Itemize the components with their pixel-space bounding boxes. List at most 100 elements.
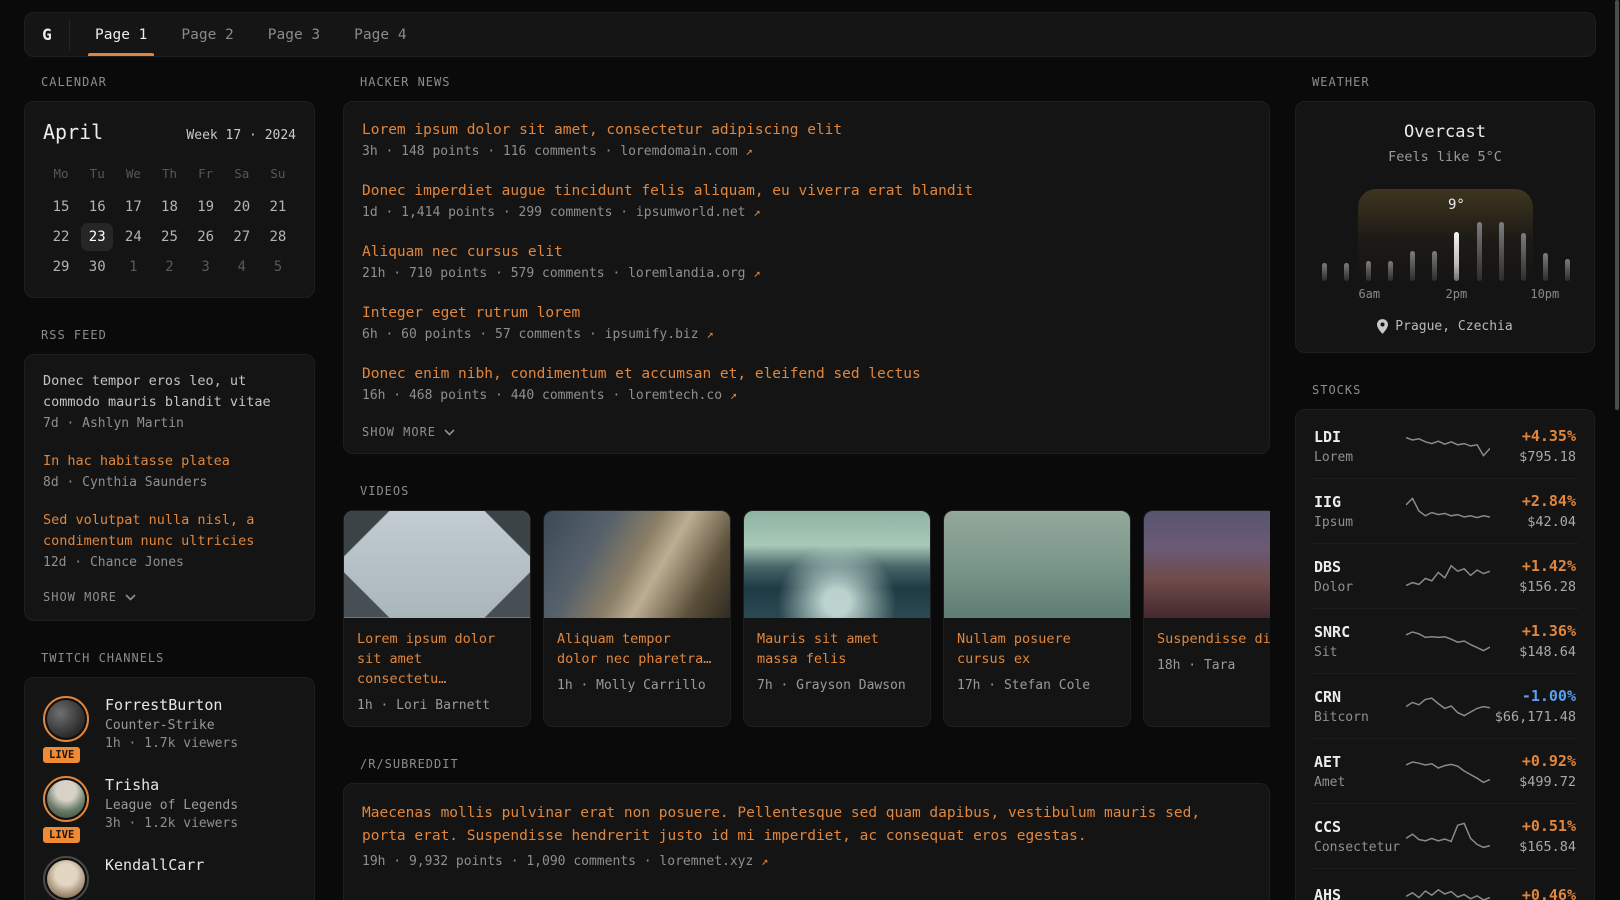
rss-widget: Donec tempor eros leo, ut commodo mauris… bbox=[24, 354, 315, 621]
weather-section-label: WEATHER bbox=[1312, 75, 1595, 89]
hn-item: Aliquam nec cursus elit 21h · 710 points… bbox=[362, 242, 1251, 281]
calendar-section: CALENDAR April Week 17 · 2024 Mo Tu We bbox=[24, 75, 315, 298]
rss-item-meta: 8d · Cynthia Saunders bbox=[43, 475, 296, 490]
twitch-channel-row[interactable]: LIVE Trisha League of Legends 3h · 1.2k … bbox=[43, 776, 296, 838]
stock-change: +2.84% bbox=[1490, 492, 1576, 510]
stocks-widget: LDI Lorem +4.35% $795.18 bbox=[1295, 409, 1595, 900]
external-link-icon[interactable]: ↗ bbox=[761, 854, 768, 868]
stock-price: $156.28 bbox=[1490, 579, 1576, 595]
stock-price: $66,171.48 bbox=[1490, 709, 1576, 725]
calendar-month: April bbox=[43, 120, 103, 144]
subreddit-post-title[interactable]: Maecenas mollis pulvinar erat non posuer… bbox=[362, 802, 1251, 848]
video-title[interactable]: Lorem ipsum dolor sit amet consectetu… bbox=[357, 629, 517, 689]
stock-name: Bitcorn bbox=[1314, 710, 1406, 725]
hn-item: Donec imperdiet augue tincidunt felis al… bbox=[362, 181, 1251, 220]
rss-item: In hac habitasse platea 8d · Cynthia Sau… bbox=[43, 451, 296, 490]
video-card[interactable]: Nullam posuere cursus ex 17h · Stefan Co… bbox=[943, 510, 1131, 727]
page-tab[interactable]: Page 2 bbox=[164, 13, 250, 56]
video-card[interactable]: Lorem ipsum dolor sit amet consectetu… 1… bbox=[343, 510, 531, 727]
subreddit-widget: Maecenas mollis pulvinar erat non posuer… bbox=[343, 783, 1270, 900]
calendar-day: 19 bbox=[190, 193, 222, 221]
stock-price: $148.64 bbox=[1490, 644, 1576, 660]
external-link-icon[interactable]: ↗ bbox=[753, 266, 760, 280]
hn-show-more-button[interactable]: SHOW MORE bbox=[362, 425, 1251, 439]
hn-item-title[interactable]: Integer eget rutrum lorem bbox=[362, 303, 1251, 323]
stock-row[interactable]: LDI Lorem +4.35% $795.18 bbox=[1312, 414, 1578, 478]
hour-label: 6am bbox=[1358, 287, 1380, 301]
external-link-icon[interactable]: ↗ bbox=[706, 327, 713, 341]
video-meta: 7h · Grayson Dawson bbox=[757, 678, 917, 693]
weekday-label: Th bbox=[151, 160, 187, 191]
scrollbar-thumb[interactable] bbox=[1615, 0, 1619, 410]
twitch-channel-row[interactable]: LIVE ForrestBurton Counter-Strike 1h · 1… bbox=[43, 696, 296, 758]
stock-price: $499.72 bbox=[1490, 774, 1576, 790]
stock-sparkline bbox=[1406, 626, 1490, 656]
twitch-section-label: TWITCH CHANNELS bbox=[41, 651, 315, 665]
video-title[interactable]: Suspendisse diam bbox=[1157, 629, 1270, 649]
weekday-label: Tu bbox=[79, 160, 115, 191]
stock-row[interactable]: AHS +0.46% bbox=[1312, 868, 1578, 900]
calendar-day: 26 bbox=[190, 223, 222, 251]
twitch-section: TWITCH CHANNELS LIVE ForrestBurton bbox=[24, 651, 315, 900]
page-tab[interactable]: Page 3 bbox=[251, 13, 337, 56]
hn-item-meta: 1d · 1,414 points · 299 comments · ipsum… bbox=[362, 205, 1251, 220]
rss-item: Sed volutpat nulla nisl, a condimentum n… bbox=[43, 510, 296, 570]
external-link-icon[interactable]: ↗ bbox=[753, 205, 760, 219]
weather-feels-like: Feels like 5°C bbox=[1316, 149, 1574, 165]
rss-item-title[interactable]: Sed volutpat nulla nisl, a condimentum n… bbox=[43, 510, 296, 552]
stock-symbol: IIG bbox=[1314, 493, 1406, 511]
hn-item-title[interactable]: Donec imperdiet augue tincidunt felis al… bbox=[362, 181, 1251, 201]
stock-row[interactable]: DBS Dolor +1.42% $156.28 bbox=[1312, 543, 1578, 608]
location-pin-icon bbox=[1377, 319, 1388, 334]
channel-name[interactable]: ForrestBurton bbox=[105, 696, 238, 714]
external-link-icon[interactable]: ↗ bbox=[730, 388, 737, 402]
page-tab[interactable]: Page 4 bbox=[337, 13, 423, 56]
stock-row[interactable]: CCS Consectetur +0.51% $165.84 bbox=[1312, 803, 1578, 868]
video-thumbnail[interactable] bbox=[1144, 511, 1270, 618]
channel-name[interactable]: KendallCarr bbox=[105, 856, 204, 874]
stock-row[interactable]: CRN Bitcorn -1.00% $66,171.48 bbox=[1312, 673, 1578, 738]
video-title[interactable]: Mauris sit amet massa felis bbox=[757, 629, 917, 669]
stock-symbol: SNRC bbox=[1314, 623, 1406, 641]
twitch-channel-row[interactable]: LIVE KendallCarr bbox=[43, 856, 296, 900]
stock-row[interactable]: AET Amet +0.92% $499.72 bbox=[1312, 738, 1578, 803]
rss-item: Donec tempor eros leo, ut commodo mauris… bbox=[43, 371, 296, 431]
chevron-down-icon bbox=[444, 429, 455, 436]
video-thumbnail[interactable] bbox=[344, 511, 530, 618]
rss-item-title[interactable]: In hac habitasse platea bbox=[43, 451, 296, 472]
hn-item-meta: 21h · 710 points · 579 comments · loreml… bbox=[362, 266, 1251, 281]
hn-item-meta: 16h · 468 points · 440 comments · loremt… bbox=[362, 388, 1251, 403]
video-meta: 17h · Stefan Cole bbox=[957, 678, 1117, 693]
weather-hour-bar bbox=[1432, 251, 1437, 281]
rss-item-title[interactable]: Donec tempor eros leo, ut commodo mauris… bbox=[43, 371, 296, 413]
video-card[interactable]: Suspendisse diam 18h · Tara bbox=[1143, 510, 1270, 727]
video-card[interactable]: Aliquam tempor dolor nec pharetra… 1h · … bbox=[543, 510, 731, 727]
external-link-icon[interactable]: ↗ bbox=[746, 144, 753, 158]
hn-item-title[interactable]: Donec enim nibh, condimentum et accumsan… bbox=[362, 364, 1251, 384]
stock-sparkline bbox=[1406, 882, 1490, 900]
calendar-section-label: CALENDAR bbox=[41, 75, 315, 89]
rss-item-meta: 7d · Ashlyn Martin bbox=[43, 416, 296, 431]
video-title[interactable]: Nullam posuere cursus ex bbox=[957, 629, 1117, 669]
rss-show-more-button[interactable]: SHOW MORE bbox=[43, 590, 296, 604]
stock-name: Sit bbox=[1314, 645, 1406, 660]
stock-row[interactable]: IIG Ipsum +2.84% $42.04 bbox=[1312, 478, 1578, 543]
weather-hour-bar bbox=[1388, 261, 1393, 281]
stock-symbol: AHS bbox=[1314, 886, 1406, 900]
calendar-day: 17 bbox=[117, 193, 149, 221]
video-thumbnail[interactable] bbox=[544, 511, 730, 618]
dashboard-page: G Page 1 Page 2 Page 3 Page 4 CALENDAR A… bbox=[0, 0, 1596, 900]
hn-item-title[interactable]: Lorem ipsum dolor sit amet, consectetur … bbox=[362, 120, 1251, 140]
video-thumbnail[interactable] bbox=[744, 511, 930, 618]
weather-hour-bar bbox=[1366, 261, 1371, 281]
weather-hour-bar bbox=[1454, 232, 1459, 281]
page-tab[interactable]: Page 1 bbox=[78, 13, 164, 56]
video-title[interactable]: Aliquam tempor dolor nec pharetra… bbox=[557, 629, 717, 669]
hn-item-title[interactable]: Aliquam nec cursus elit bbox=[362, 242, 1251, 262]
channel-name[interactable]: Trisha bbox=[105, 776, 238, 794]
calendar-day: 5 bbox=[262, 253, 294, 281]
video-thumbnail[interactable] bbox=[944, 511, 1130, 618]
video-card[interactable]: Mauris sit amet massa felis 7h · Grayson… bbox=[743, 510, 931, 727]
stock-row[interactable]: SNRC Sit +1.36% $148.64 bbox=[1312, 608, 1578, 673]
hacker-news-section: HACKER NEWS Lorem ipsum dolor sit amet, … bbox=[343, 75, 1270, 454]
